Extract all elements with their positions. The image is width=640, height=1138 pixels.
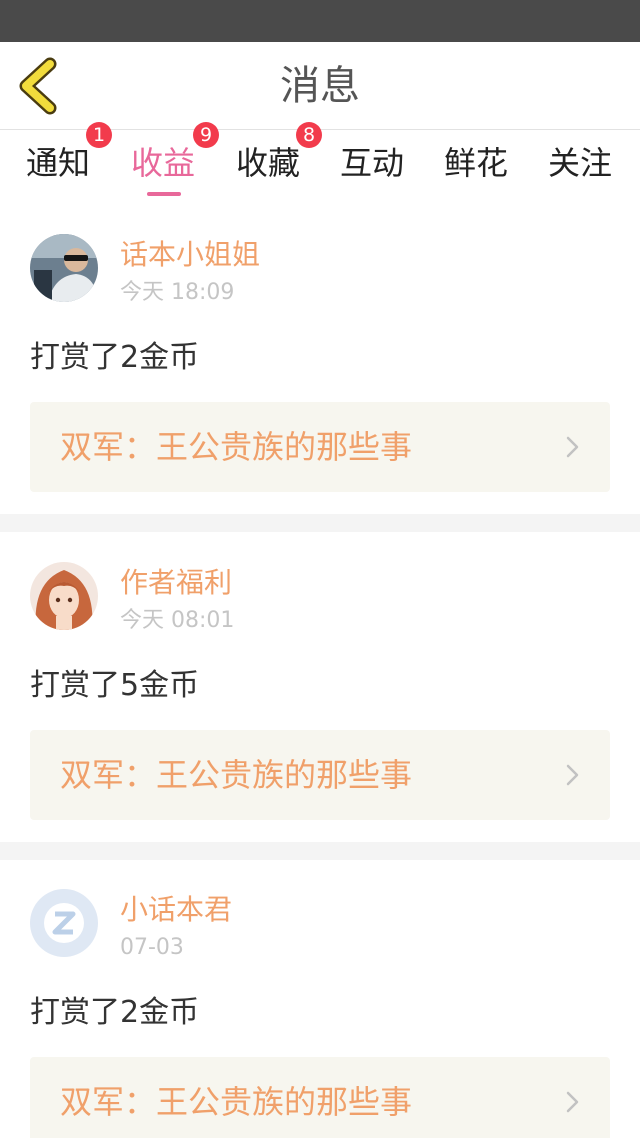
tab-bar: 通知 1 收益 9 收藏 8 互动 鲜花 关注 <box>0 122 640 202</box>
tab-label: 互动 <box>339 144 404 182</box>
page-title: 消息 <box>280 63 360 109</box>
section-separator <box>0 842 640 860</box>
tab-label: 关注 <box>547 144 612 182</box>
book-title: 双军：王公贵族的那些事 <box>60 756 413 794</box>
tab-notifications[interactable]: 通知 1 <box>6 122 113 202</box>
chevron-left-icon <box>19 57 57 115</box>
message-text: 打赏了2金币 <box>30 995 200 1030</box>
chevron-right-icon <box>566 436 579 458</box>
avatar[interactable] <box>30 234 98 302</box>
chevron-right-icon <box>566 764 579 786</box>
tab-flowers[interactable]: 鲜花 <box>424 130 528 202</box>
nav-bar: 消息 <box>0 42 640 130</box>
badge-count: 8 <box>296 122 323 148</box>
chevron-right-icon <box>566 1091 579 1113</box>
message-card: 小话本君 07-03 打赏了2金币 双军：王公贵族的那些事 <box>0 889 640 1138</box>
badge-count: 1 <box>86 122 113 148</box>
active-tab-indicator <box>147 192 181 196</box>
user-name[interactable]: 小话本君 <box>120 893 232 927</box>
book-link[interactable]: 双军：王公贵族的那些事 <box>30 1057 610 1138</box>
message-card: 话本小姐姐 今天 18:09 打赏了2金币 双军：王公贵族的那些事 <box>0 234 640 514</box>
book-link[interactable]: 双军：王公贵族的那些事 <box>30 402 610 492</box>
tab-label: 鲜花 <box>443 144 508 182</box>
message-text: 打赏了2金币 <box>30 340 200 375</box>
book-link[interactable]: 双军：王公贵族的那些事 <box>30 730 610 820</box>
tab-favorites[interactable]: 收藏 8 <box>216 122 323 202</box>
back-button[interactable] <box>14 56 74 116</box>
photo-avatar-icon <box>30 234 98 302</box>
user-name[interactable]: 话本小姐姐 <box>120 238 260 272</box>
message-time: 07-03 <box>120 935 184 960</box>
tab-following[interactable]: 关注 <box>528 130 632 202</box>
default-logo-avatar-icon <box>30 889 98 957</box>
book-title: 双军：王公贵族的那些事 <box>60 428 413 466</box>
tab-interactions[interactable]: 互动 <box>320 130 424 202</box>
tab-earnings[interactable]: 收益 9 <box>111 122 220 202</box>
message-time: 今天 18:09 <box>120 280 235 305</box>
user-name[interactable]: 作者福利 <box>120 566 232 600</box>
anime-girl-avatar-icon <box>30 562 98 630</box>
book-title: 双军：王公贵族的那些事 <box>60 1083 413 1121</box>
message-text: 打赏了5金币 <box>30 668 200 703</box>
message-card: 作者福利 今天 08:01 打赏了5金币 双军：王公贵族的那些事 <box>0 562 640 842</box>
status-bar <box>0 0 640 42</box>
avatar[interactable] <box>30 562 98 630</box>
section-separator <box>0 514 640 532</box>
avatar[interactable] <box>30 889 98 957</box>
message-time: 今天 08:01 <box>120 608 235 633</box>
